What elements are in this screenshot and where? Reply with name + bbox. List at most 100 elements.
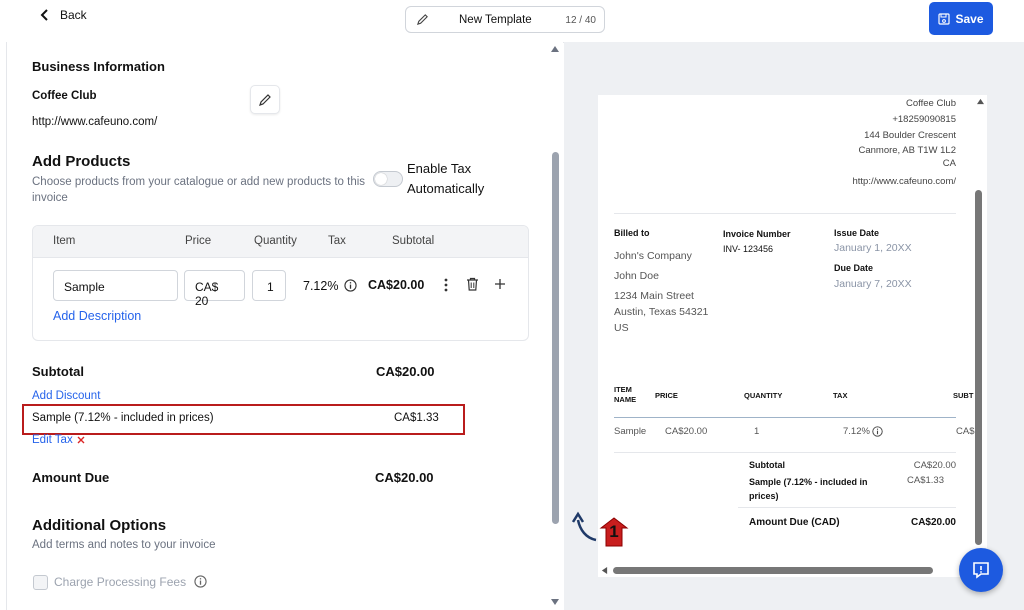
scroll-up-arrow-icon[interactable] (550, 45, 560, 53)
subtotal-value: CA$20.00 (376, 364, 435, 379)
add-products-title: Add Products (32, 153, 131, 170)
preview-tax-label-line1: Sample (7.12% - included in (749, 477, 868, 487)
template-name: New Template (459, 14, 532, 26)
item-name-input[interactable]: Sample (53, 270, 178, 301)
preview-tax-value: CA$1.33 (907, 475, 944, 486)
preview-scroll-left-icon[interactable] (601, 566, 608, 575)
edit-tax-link[interactable]: Edit Tax (32, 434, 73, 446)
preview-col-subtotal: SUBT (953, 391, 974, 400)
preview-scroll-up-icon[interactable] (976, 98, 985, 105)
preview-table-header-line (614, 417, 956, 418)
chevron-left-icon (40, 9, 48, 21)
item-price-input[interactable]: CA$ 20 (184, 270, 245, 308)
add-description-link[interactable]: Add Description (53, 309, 141, 323)
preview-invoice-number-label: Invoice Number (723, 229, 791, 239)
preview-subtotal-label: Subtotal (749, 460, 785, 470)
preview-billed-country: US (614, 322, 629, 334)
toggle-knob (375, 173, 387, 185)
preview-issue-date: January 1, 20XX (834, 242, 912, 254)
scroll-down-arrow-icon[interactable] (550, 598, 560, 606)
preview-amount-due-label: Amount Due (CAD) (749, 517, 840, 528)
preview-col-item: ITEM NAME (614, 385, 636, 405)
save-button[interactable]: Save (929, 2, 993, 35)
additional-options-title: Additional Options (32, 517, 167, 534)
preview-billed-city: Austin, Texas 54321 (614, 306, 709, 318)
subtotal-label: Subtotal (32, 364, 84, 379)
header-subtotal: Subtotal (392, 235, 435, 247)
charge-fees-label: Charge Processing Fees (54, 575, 187, 589)
preview-billed-street: 1234 Main Street (614, 290, 694, 302)
info-icon[interactable] (344, 279, 357, 292)
more-options-icon[interactable] (443, 278, 449, 292)
preview-col-item-line2: NAME (614, 395, 637, 404)
floppy-disk-icon (938, 12, 951, 25)
pencil-icon (416, 14, 428, 26)
preview-tax-label: Sample (7.12% - included in prices) (749, 475, 868, 503)
preview-col-item-line1: ITEM (614, 385, 632, 394)
preview-row-quantity: 1 (754, 426, 760, 437)
preview-phone: +18259090815 (892, 114, 956, 125)
enable-tax-label: Enable Tax Automatically (407, 161, 485, 196)
preview-billed-name: John Doe (614, 270, 659, 282)
edit-tax-group[interactable]: Edit Tax (32, 434, 85, 446)
template-name-field[interactable]: New Template 12 / 40 (405, 6, 605, 33)
header-price: Price (185, 235, 212, 247)
preview-billed-company: John's Company (614, 250, 692, 262)
preview-issue-date-label: Issue Date (834, 228, 880, 238)
amount-due-value: CA$20.00 (375, 470, 434, 485)
preview-tax-label-line2: prices) (749, 491, 779, 501)
products-table-header: Item Price Quantity Tax Subtotal (33, 226, 528, 258)
preview-billed-to-label: Billed to (614, 228, 650, 238)
left-divider (6, 42, 7, 610)
header-item: Item (53, 235, 76, 247)
products-table: Item Price Quantity Tax Subtotal Sample … (32, 225, 529, 341)
add-discount-link[interactable]: Add Discount (32, 390, 100, 402)
close-icon[interactable] (77, 436, 85, 444)
edit-business-button[interactable] (250, 85, 280, 114)
info-icon (872, 426, 883, 437)
preview-row-price: CA$20.00 (665, 426, 708, 437)
item-quantity-input[interactable]: 1 (252, 270, 286, 301)
feedback-chat-button[interactable] (959, 548, 1003, 592)
item-subtotal-value: CA$20.00 (368, 278, 425, 292)
preview-vertical-scrollbar-thumb[interactable] (975, 190, 982, 545)
header-quantity: Quantity (254, 235, 297, 247)
info-icon[interactable] (194, 575, 207, 588)
chat-bubble-icon (973, 562, 989, 579)
preview-company-name: Coffee Club (906, 98, 956, 109)
preview-row-tax: 7.12% (843, 426, 870, 437)
item-tax-value: 7.12% (303, 279, 339, 293)
header-tax: Tax (328, 235, 346, 247)
top-bar: Back New Template 12 / 40 Save (0, 0, 1024, 43)
tax-line-value: CA$1.33 (394, 412, 439, 424)
additional-options-description: Add terms and notes to your invoice (32, 539, 216, 551)
preview-website: http://www.cafeuno.com/ (852, 176, 957, 187)
business-name: Coffee Club (32, 90, 97, 102)
amount-due-label: Amount Due (32, 470, 110, 485)
preview-amount-due-value: CA$20.00 (910, 517, 956, 528)
preview-col-tax: TAX (833, 391, 848, 400)
preview-invoice-number: INV- 123456 (723, 244, 774, 254)
tax-line-label: Sample (7.12% - included in prices) (32, 412, 214, 424)
invoice-preview: Coffee Club +18259090815 144 Boulder Cre… (598, 95, 987, 577)
preview-col-quantity: QUANTITY (744, 391, 783, 400)
template-char-count: 12 / 40 (565, 15, 596, 26)
business-info-title: Business Information (32, 59, 165, 74)
trash-icon[interactable] (466, 277, 479, 291)
charge-fees-checkbox[interactable] (33, 575, 48, 590)
back-button[interactable]: Back (38, 8, 87, 22)
enable-tax-toggle[interactable] (373, 171, 403, 187)
preview-horizontal-scrollbar-thumb[interactable] (613, 567, 933, 574)
preview-col-price: PRICE (655, 391, 678, 400)
editor-scrollbar-thumb[interactable] (552, 152, 559, 524)
preview-row-item: Sample (614, 426, 647, 437)
business-website: http://www.cafeuno.com/ (32, 116, 158, 128)
add-products-description: Choose products from your catalogue or a… (32, 176, 366, 204)
preview-totals-line (738, 507, 956, 508)
preview-address-line1: 144 Boulder Crescent (864, 130, 956, 141)
add-row-icon[interactable] (494, 278, 506, 290)
preview-due-date: January 7, 20XX (834, 278, 912, 290)
preview-row-line (614, 452, 956, 453)
pencil-icon (259, 93, 271, 106)
preview-address-line2: Canmore, AB T1W 1L2 (858, 145, 956, 156)
